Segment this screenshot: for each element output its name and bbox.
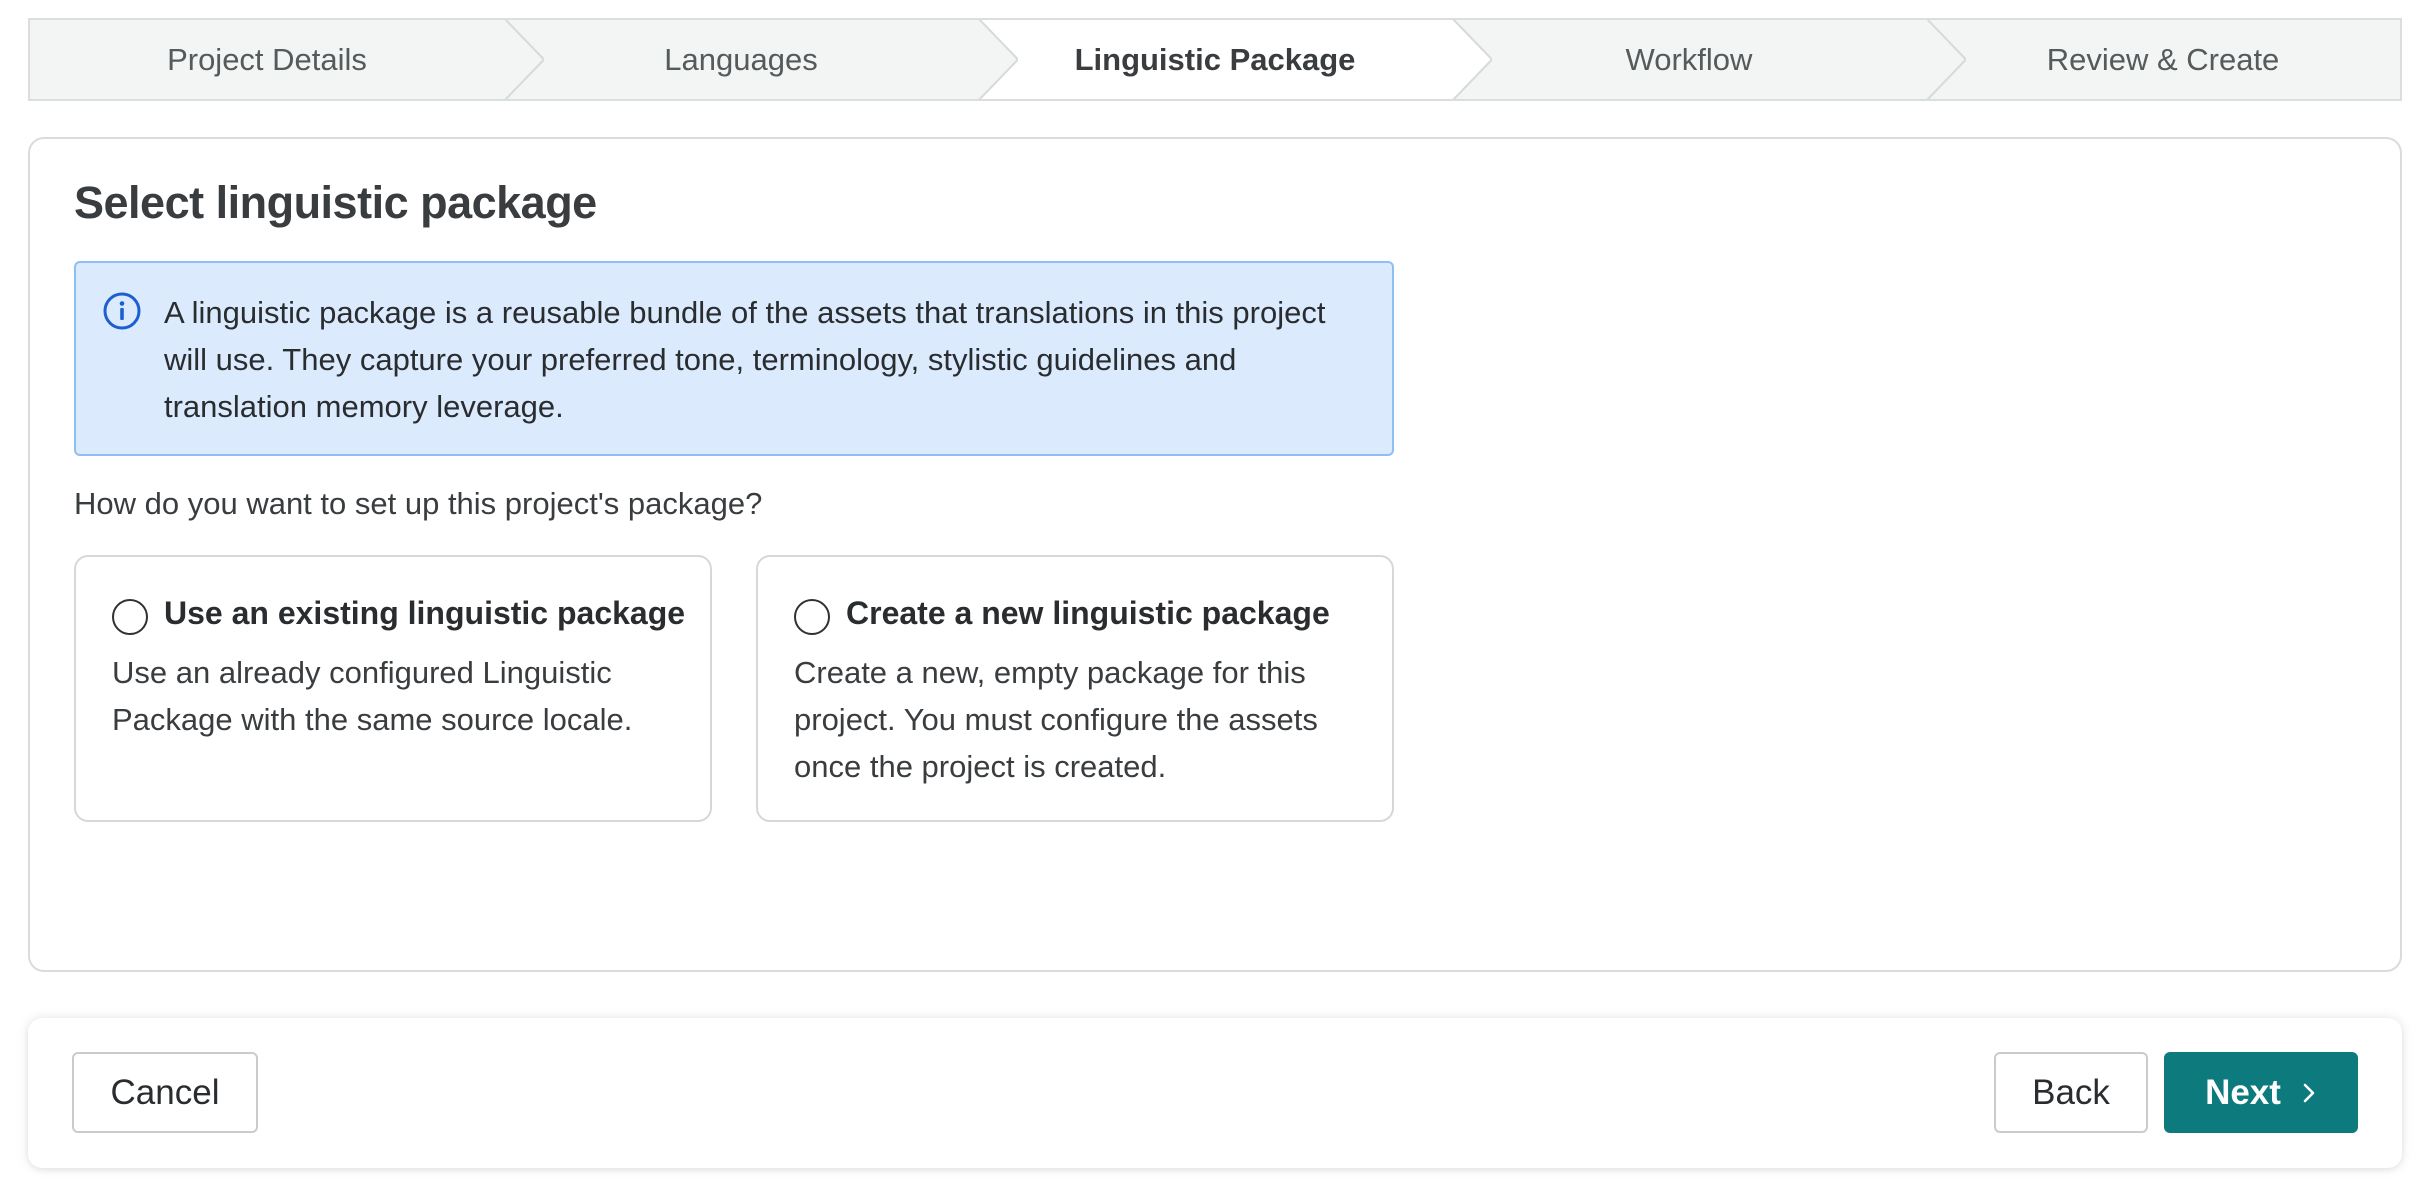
wizard-footer: Cancel Back Next (28, 1018, 2402, 1168)
step-label: Workflow (1625, 41, 1753, 77)
step-separator-chevron (1926, 20, 1966, 99)
next-button-label: Next (2205, 1072, 2281, 1112)
info-banner-text: A linguistic package is a reusable bundl… (164, 295, 1326, 424)
next-button[interactable]: Next (2164, 1052, 2358, 1133)
option-use-existing-package[interactable]: Use an existing linguistic package Use a… (74, 555, 712, 822)
linguistic-package-card: Select linguistic package A linguistic p… (28, 137, 2402, 972)
step-label: Project Details (167, 41, 367, 77)
radio-button[interactable] (794, 599, 830, 635)
step-separator-chevron (978, 20, 1018, 99)
step-separator-chevron (1452, 20, 1492, 99)
option-create-new-package[interactable]: Create a new linguistic package Create a… (756, 555, 1394, 822)
setup-question: How do you want to set up this project's… (74, 486, 763, 521)
step-project-details[interactable]: Project Details (30, 20, 544, 99)
info-banner: A linguistic package is a reusable bundl… (74, 261, 1394, 456)
page-title: Select linguistic package (74, 177, 597, 228)
progress-stepper: Project Details Languages Linguistic Pac… (28, 18, 2402, 101)
info-circle-icon (103, 292, 141, 330)
step-label: Languages (664, 41, 818, 77)
option-label: Use an existing linguistic package (164, 595, 686, 631)
step-review-create[interactable]: Review & Create (1926, 20, 2400, 99)
step-separator-chevron (504, 20, 544, 99)
step-linguistic-package[interactable]: Linguistic Package (978, 20, 1492, 99)
option-description: Create a new, empty package for this pro… (794, 655, 1318, 784)
step-label: Review & Create (2046, 41, 2280, 77)
option-description: Use an already configured Linguistic Pac… (112, 655, 633, 737)
step-workflow[interactable]: Workflow (1452, 20, 1966, 99)
radio-button[interactable] (112, 599, 148, 635)
option-label: Create a new linguistic package (846, 595, 1330, 631)
cancel-button[interactable]: Cancel (72, 1052, 258, 1133)
step-label: Linguistic Package (1074, 41, 1356, 77)
chevron-right-icon (2303, 1083, 2315, 1102)
back-button[interactable]: Back (1994, 1052, 2148, 1133)
step-languages[interactable]: Languages (504, 20, 1018, 99)
